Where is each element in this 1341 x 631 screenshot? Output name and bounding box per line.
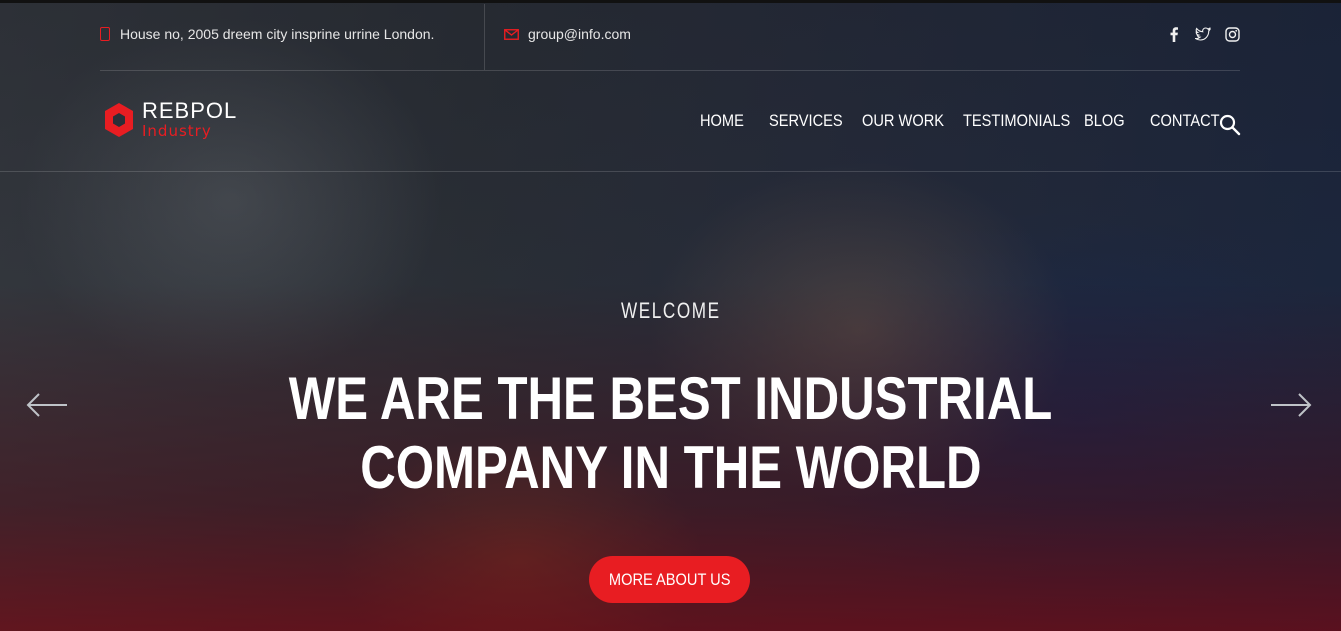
hero-kicker-text: WELCOME bbox=[620, 298, 721, 323]
hero-headline-line2-text: COMPANY IN THE WORLD bbox=[359, 434, 982, 501]
nav-blog[interactable]: BLOG bbox=[1084, 111, 1141, 131]
slider-next-arrow-icon[interactable] bbox=[1270, 392, 1312, 418]
brand-name: REBPOL bbox=[142, 98, 238, 123]
email-link[interactable]: group@info.com bbox=[528, 26, 631, 42]
more-about-us-button[interactable]: MORE ABOUT US bbox=[589, 556, 750, 603]
address-text: House no, 2005 dreem city insprine urrin… bbox=[120, 26, 435, 42]
nav-services[interactable]: SERVICES bbox=[769, 111, 849, 131]
search-icon[interactable] bbox=[1218, 113, 1242, 137]
nav-testimonials[interactable]: TESTIMONIALS bbox=[963, 111, 1070, 131]
instagram-icon[interactable] bbox=[1224, 26, 1240, 42]
nav-home[interactable]: HOME bbox=[700, 111, 759, 131]
brand-logo[interactable]: REBPOL Industry bbox=[103, 98, 253, 148]
email-info: group@info.com bbox=[504, 26, 631, 42]
top-info-bar: House no, 2005 dreem city insprine urrin… bbox=[100, 4, 1240, 71]
twitter-icon[interactable] bbox=[1195, 26, 1211, 42]
brand-sub: Industry bbox=[142, 122, 212, 140]
topbar-divider bbox=[484, 4, 485, 70]
hero-headline-line1: WE ARE THE BEST INDUSTRIAL bbox=[0, 364, 1341, 434]
address-info: House no, 2005 dreem city insprine urrin… bbox=[100, 26, 434, 42]
primary-nav: HOME SERVICES OUR WORK TESTIMONIALS BLOG… bbox=[700, 111, 1220, 131]
hero-kicker: WELCOME bbox=[0, 298, 1341, 324]
nav-our-work[interactable]: OUR WORK bbox=[862, 111, 949, 131]
main-navbar: REBPOL Industry HOME SERVICES OUR WORK T… bbox=[0, 71, 1341, 172]
top-border bbox=[0, 0, 1341, 3]
slider-prev-arrow-icon[interactable] bbox=[26, 392, 68, 418]
social-links bbox=[1166, 26, 1240, 42]
logo-mark-icon bbox=[105, 103, 133, 137]
hero-headline-line1-text: WE ARE THE BEST INDUSTRIAL bbox=[288, 365, 1053, 432]
facebook-icon[interactable] bbox=[1166, 26, 1182, 42]
hero-headline-line2: COMPANY IN THE WORLD bbox=[0, 433, 1341, 503]
mail-icon bbox=[504, 29, 519, 40]
phone-icon bbox=[100, 27, 110, 41]
cta-label: MORE ABOUT US bbox=[608, 569, 731, 589]
nav-contact[interactable]: CONTACT bbox=[1150, 111, 1220, 131]
